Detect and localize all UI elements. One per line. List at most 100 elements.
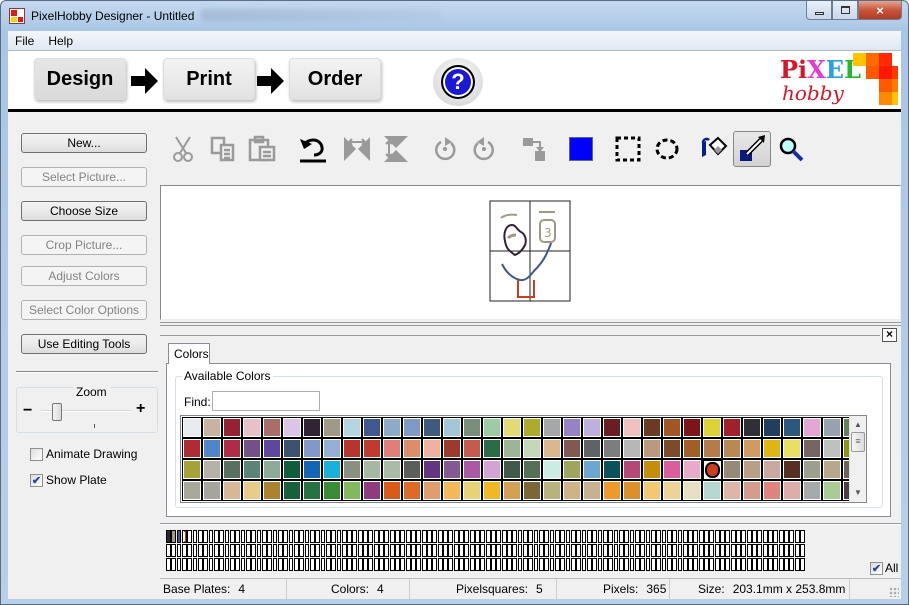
color-swatch[interactable] — [222, 480, 242, 501]
plate-slot[interactable] — [416, 530, 422, 543]
plate-slot[interactable] — [709, 558, 715, 571]
color-swatch[interactable] — [442, 459, 462, 480]
color-swatch[interactable] — [282, 417, 302, 438]
plate-slot[interactable] — [709, 544, 715, 557]
color-swatch[interactable] — [682, 480, 702, 501]
color-swatch[interactable] — [442, 438, 462, 459]
color-swatch[interactable] — [602, 459, 622, 480]
plate-slot[interactable] — [331, 530, 336, 543]
plate-slot[interactable] — [347, 530, 352, 543]
plate-slot[interactable] — [357, 558, 363, 571]
plate-slot[interactable] — [219, 544, 225, 557]
plate-slot[interactable] — [496, 530, 502, 543]
color-swatch[interactable] — [522, 438, 542, 459]
minimize-button[interactable] — [806, 1, 832, 20]
plate-slot[interactable] — [256, 544, 262, 557]
color-swatch[interactable] — [662, 438, 682, 459]
plate-slot[interactable] — [224, 530, 230, 543]
color-swatch[interactable] — [822, 438, 842, 459]
plate-slot[interactable] — [336, 558, 342, 571]
plate-slot[interactable] — [629, 544, 635, 557]
plate-slot[interactable] — [219, 530, 225, 543]
drawing-canvas[interactable]: 3 — [160, 185, 901, 320]
plate-slot[interactable] — [277, 544, 283, 557]
plate-slot[interactable] — [656, 544, 662, 557]
plate-slot[interactable] — [229, 544, 235, 557]
plate-slot[interactable] — [453, 544, 459, 557]
plate-slot[interactable] — [363, 530, 368, 543]
plate-slot[interactable] — [304, 530, 310, 543]
plate-slot[interactable] — [208, 558, 214, 571]
plate-slot[interactable] — [645, 530, 651, 543]
plate-slot[interactable] — [634, 530, 640, 543]
plate-slot[interactable] — [714, 530, 720, 543]
plate-slot[interactable] — [507, 544, 512, 557]
plate-slot[interactable] — [485, 558, 491, 571]
plate-slot[interactable] — [496, 558, 502, 571]
color-swatch[interactable] — [522, 459, 542, 480]
plate-slot[interactable] — [581, 558, 587, 571]
magnifier-button[interactable] — [775, 133, 807, 165]
color-swatch[interactable] — [262, 459, 282, 480]
plate-slot[interactable] — [192, 530, 198, 543]
plate-slot[interactable] — [379, 558, 384, 571]
color-swatch[interactable] — [722, 438, 742, 459]
plate-slot[interactable] — [432, 544, 438, 557]
plate-slot[interactable] — [704, 544, 709, 557]
plate-slot[interactable] — [613, 530, 619, 543]
plate-slot[interactable] — [181, 544, 187, 557]
plate-slot[interactable] — [650, 558, 656, 571]
color-swatch[interactable] — [482, 459, 502, 480]
color-swatch[interactable] — [222, 438, 242, 459]
color-swatch[interactable] — [622, 459, 642, 480]
color-swatch[interactable] — [302, 480, 322, 501]
color-swatch[interactable] — [242, 417, 262, 438]
plate-slot[interactable] — [315, 530, 321, 543]
plate-slot[interactable] — [576, 558, 582, 571]
plate-slot[interactable] — [448, 544, 454, 557]
plate-slot[interactable] — [389, 544, 395, 557]
plate-slot[interactable] — [176, 558, 182, 571]
plate-slot[interactable] — [299, 530, 305, 543]
plate-slot[interactable] — [469, 530, 475, 543]
rotate-left-button[interactable] — [468, 133, 500, 165]
plate-slot[interactable] — [315, 544, 321, 557]
plate-slot[interactable] — [181, 530, 187, 543]
color-swatch[interactable] — [602, 417, 622, 438]
color-swatch[interactable] — [382, 480, 402, 501]
color-swatch[interactable] — [282, 438, 302, 459]
plate-slot[interactable] — [762, 544, 768, 557]
plate-slot[interactable] — [309, 544, 315, 557]
plate-slot[interactable] — [693, 558, 699, 571]
plate-slot[interactable] — [778, 558, 784, 571]
plate-slot[interactable] — [560, 558, 566, 571]
plate-slot[interactable] — [549, 558, 555, 571]
plate-slot[interactable] — [272, 530, 278, 543]
step-design-button[interactable]: Design — [34, 58, 126, 100]
plate-slot[interactable] — [453, 530, 459, 543]
plate-slot[interactable] — [166, 544, 171, 557]
plate-slot[interactable] — [570, 544, 576, 557]
plate-slot[interactable] — [800, 544, 805, 557]
plate-slot[interactable] — [661, 530, 667, 543]
plate-slot[interactable] — [245, 530, 251, 543]
color-swatch[interactable] — [422, 417, 442, 438]
select-color-options-button[interactable]: Select Color Options — [21, 300, 147, 320]
color-swatch[interactable] — [502, 459, 522, 480]
plate-slot[interactable] — [187, 544, 193, 557]
plate-slot[interactable] — [581, 544, 587, 557]
color-swatch[interactable] — [402, 438, 422, 459]
zoom-slider-thumb[interactable] — [51, 403, 62, 421]
color-swatch[interactable] — [362, 417, 382, 438]
plate-slot[interactable] — [736, 530, 741, 543]
color-swatch[interactable] — [202, 438, 222, 459]
plate-slot[interactable] — [565, 530, 571, 543]
plate-slot[interactable] — [251, 558, 257, 571]
plate-slot[interactable] — [528, 544, 534, 557]
plate-slot[interactable] — [459, 530, 464, 543]
plate-slot[interactable] — [688, 544, 693, 557]
move-button[interactable] — [519, 133, 551, 165]
resize-grip[interactable] — [889, 587, 899, 597]
color-swatch[interactable] — [262, 417, 282, 438]
plate-slot[interactable] — [229, 558, 235, 571]
